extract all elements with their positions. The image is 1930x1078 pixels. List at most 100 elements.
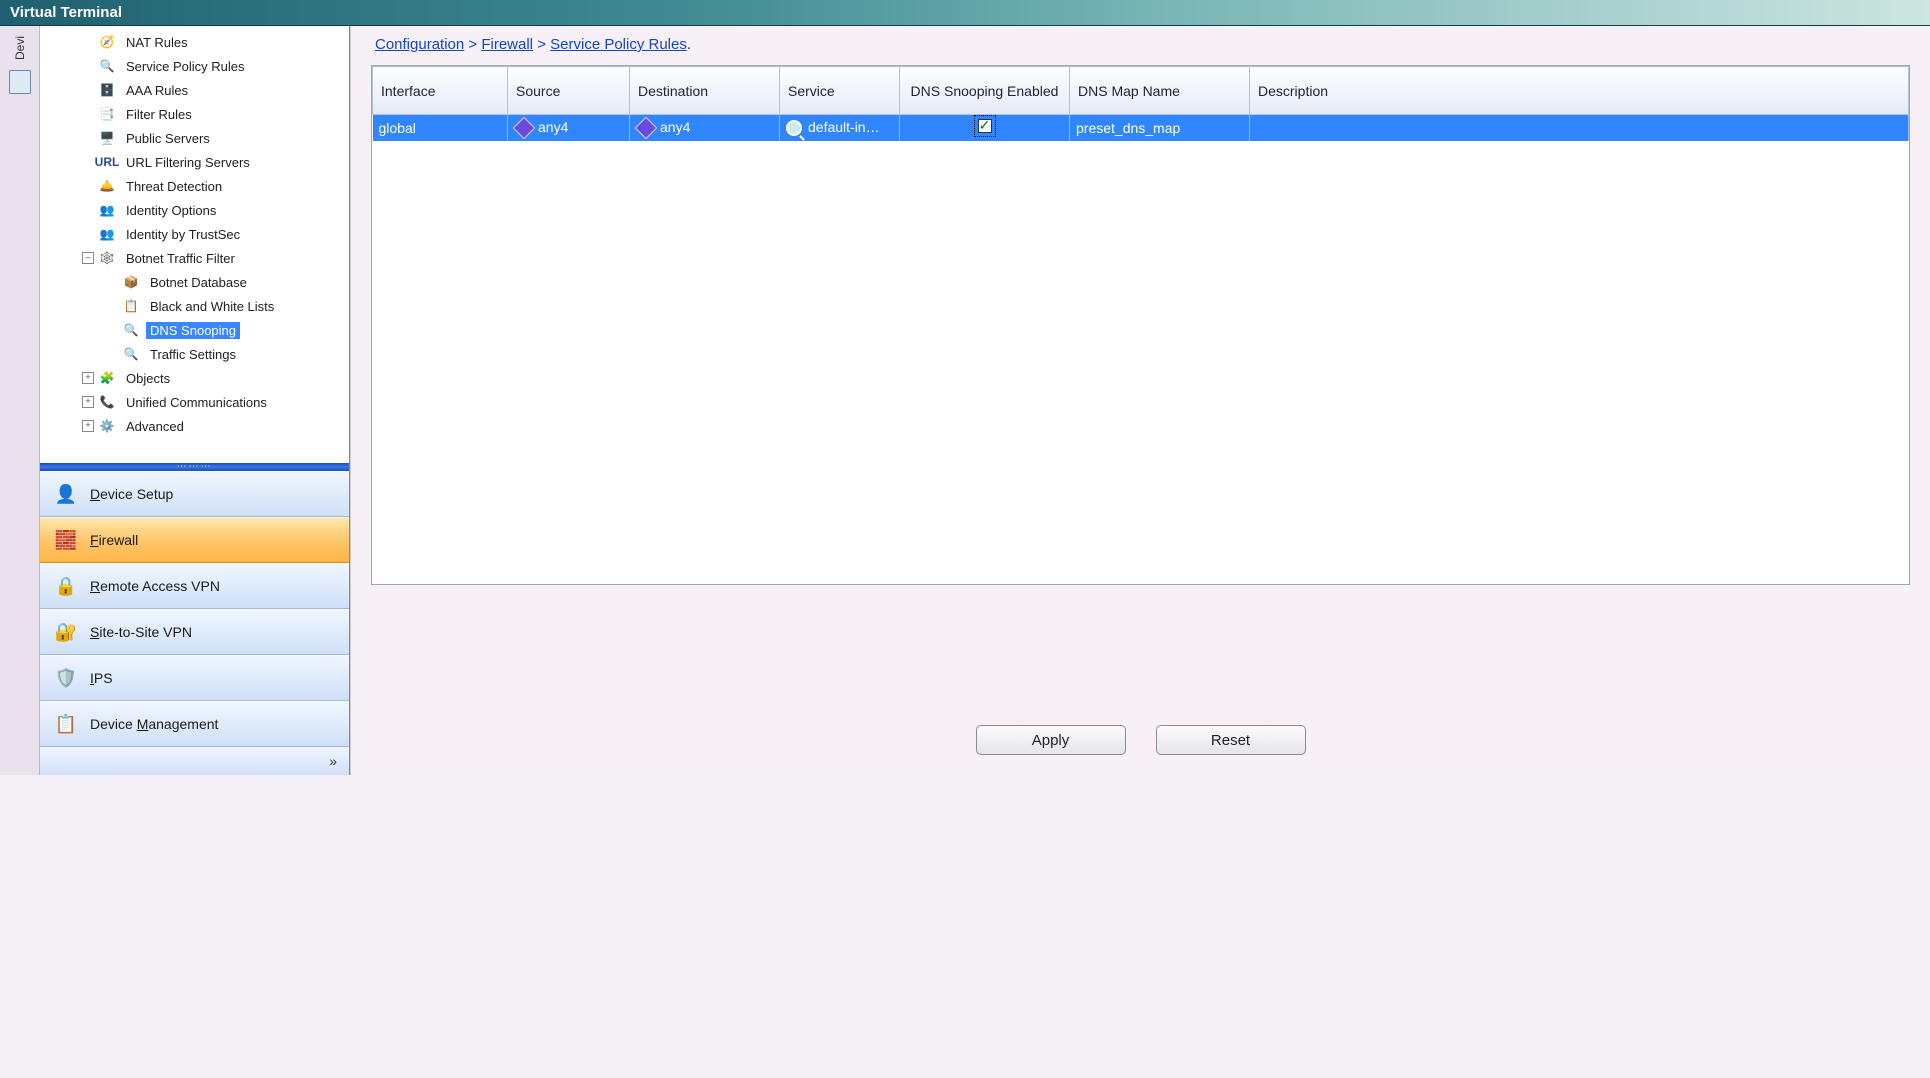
cell-destination[interactable]: any4 [630, 115, 780, 141]
device-icon [52, 480, 80, 508]
expander-none [82, 60, 94, 72]
section-label: Site-to-Site VPN [90, 624, 192, 640]
section-remote-access-vpn[interactable]: Remote Access VPN [40, 563, 349, 609]
objects-icon: 🧩 [98, 369, 116, 387]
section-device-management[interactable]: Device Management [40, 701, 349, 747]
splitter-handle[interactable] [40, 463, 349, 471]
collapsed-panel-icon [9, 70, 31, 94]
magnify-icon: 🔍 [98, 57, 116, 75]
tree-item-identity-by-trustsec[interactable]: 👥 Identity by TrustSec [46, 222, 343, 246]
col-source[interactable]: Source [508, 67, 630, 115]
tree-item-threat-detection[interactable]: 🛎️Threat Detection [46, 174, 343, 198]
server-icon: 🖥️ [98, 129, 116, 147]
expander-none [82, 132, 94, 144]
s2svpn-icon [52, 618, 80, 646]
breadcrumb-link-firewall[interactable]: Firewall [481, 36, 533, 53]
section-firewall[interactable]: Firewall [40, 517, 349, 563]
section-ips[interactable]: IPS [40, 655, 349, 701]
tree-item-dns-snooping[interactable]: 🔍DNS Snooping [46, 318, 343, 342]
comm-icon: 📞 [98, 393, 116, 411]
any-icon [513, 117, 536, 140]
tree-item-traffic-settings[interactable]: 🔍Traffic Settings [46, 342, 343, 366]
adv-icon: ⚙️ [98, 417, 116, 435]
breadcrumb: Configuration > Firewall > Service Polic… [371, 26, 1910, 65]
cell-source[interactable]: any4 [508, 115, 630, 141]
section-label: Device Management [90, 716, 218, 732]
expander-plus-icon[interactable]: + [82, 420, 94, 432]
server-icon: 🗄️ [98, 81, 116, 99]
tree-item-label: Public Servers [122, 130, 214, 147]
breadcrumb-sep: > [537, 36, 546, 53]
cell-dns-snooping-enabled[interactable] [900, 115, 1070, 141]
tree-item-botnet-traffic-filter[interactable]: –🕸️Botnet Traffic Filter [46, 246, 343, 270]
tree-item-url-filtering-servers[interactable]: URLURL Filtering Servers [46, 150, 343, 174]
collapsed-panel-label: Devi [13, 36, 27, 60]
table-row[interactable]: global any4 any4 default-in… [373, 115, 1909, 141]
apply-button[interactable]: Apply [976, 725, 1126, 755]
tree-item-label: Identity by TrustSec [122, 226, 244, 243]
tree-item-botnet-database[interactable]: 📦Botnet Database [46, 270, 343, 294]
tree-item-label: DNS Snooping [146, 322, 240, 339]
main-content: Configuration > Firewall > Service Polic… [350, 26, 1930, 775]
col-dns-snooping-enabled[interactable]: DNS Snooping Enabled [900, 67, 1070, 115]
breadcrumb-link-service-policy-rules[interactable]: Service Policy Rules [550, 36, 687, 53]
tree-item-objects[interactable]: +🧩Objects [46, 366, 343, 390]
section-nav-expander[interactable]: » [40, 747, 349, 775]
expander-none [82, 180, 94, 192]
col-dns-map-name[interactable]: DNS Map Name [1070, 67, 1250, 115]
section-device-setup[interactable]: Device Setup [40, 471, 349, 517]
tree-item-service-policy-rules[interactable]: 🔍 Service Policy Rules [46, 54, 343, 78]
tree-item-label: Service Policy Rules [122, 58, 249, 75]
section-nav: Device SetupFirewallRemote Access VPN Sit… [40, 471, 349, 747]
client-area: Devi 🧭 NAT Rules 🔍 Service Policy Rules 🗄️AA… [0, 26, 1930, 775]
expander-minus-icon[interactable]: – [82, 252, 94, 264]
expander-none [106, 348, 118, 360]
user-icon: 👥 [98, 225, 116, 243]
app-window: Virtual Terminal Devi 🧭 NAT Rules 🔍 Service… [0, 0, 1930, 775]
expander-none [82, 228, 94, 240]
tree-item-nat-rules[interactable]: 🧭 NAT Rules [46, 30, 343, 54]
any-icon [635, 117, 658, 140]
tree-item-advanced[interactable]: + ⚙️ Advanced [46, 414, 343, 438]
table-header-row: Interface Source Destination Service DNS… [373, 67, 1909, 115]
inspect-icon [786, 120, 802, 136]
nat-icon: 🧭 [98, 33, 116, 51]
expander-none [82, 204, 94, 216]
section-site-to-site-vpn[interactable]: Site-to-Site VPN [40, 609, 349, 655]
tree-item-public-servers[interactable]: 🖥️ Public Servers [46, 126, 343, 150]
col-description[interactable]: Description [1250, 67, 1909, 115]
cell-dns-map-name[interactable]: preset_dns_map [1070, 115, 1250, 141]
cell-source-text: any4 [538, 119, 568, 135]
ravpn-icon [52, 572, 80, 600]
cell-description[interactable] [1250, 115, 1909, 141]
tree-item-label: NAT Rules [122, 34, 192, 51]
rules-table[interactable]: Interface Source Destination Service DNS… [372, 66, 1909, 141]
breadcrumb-sep: > [468, 36, 477, 53]
shield-icon: 🛎️ [98, 177, 116, 195]
cell-interface[interactable]: global [373, 115, 508, 141]
expander-none [82, 156, 94, 168]
window-title: Virtual Terminal [0, 0, 1930, 26]
user-icon: 👥 [98, 201, 116, 219]
tree-item-aaa-rules[interactable]: 🗄️AAA Rules [46, 78, 343, 102]
tree-item-label: Advanced [122, 418, 188, 435]
botnet-icon: 🕸️ [98, 249, 116, 267]
tree-item-filter-rules[interactable]: 📑Filter Rules [46, 102, 343, 126]
col-interface[interactable]: Interface [373, 67, 508, 115]
expander-plus-icon[interactable]: + [82, 372, 94, 384]
expander-plus-icon[interactable]: + [82, 396, 94, 408]
breadcrumb-link-configuration[interactable]: Configuration [375, 36, 464, 53]
col-destination[interactable]: Destination [630, 67, 780, 115]
tree-item-label: Traffic Settings [146, 346, 240, 363]
action-buttons: Apply Reset [371, 725, 1910, 755]
reset-button[interactable]: Reset [1156, 725, 1306, 755]
tree-item-black-and-white-lists[interactable]: 📋Black and White Lists [46, 294, 343, 318]
rules-table-wrap: Interface Source Destination Service DNS… [371, 65, 1910, 585]
tree-item-identity-options[interactable]: 👥Identity Options [46, 198, 343, 222]
nav-tree[interactable]: 🧭 NAT Rules 🔍 Service Policy Rules 🗄️AAA Rul… [40, 26, 349, 463]
collapsed-panel-stub[interactable]: Devi [0, 26, 40, 775]
tree-item-unified-communications[interactable]: +📞Unified Communications [46, 390, 343, 414]
cell-service[interactable]: default-in… [780, 115, 900, 141]
checkbox-checked-icon[interactable] [978, 119, 992, 133]
col-service[interactable]: Service [780, 67, 900, 115]
